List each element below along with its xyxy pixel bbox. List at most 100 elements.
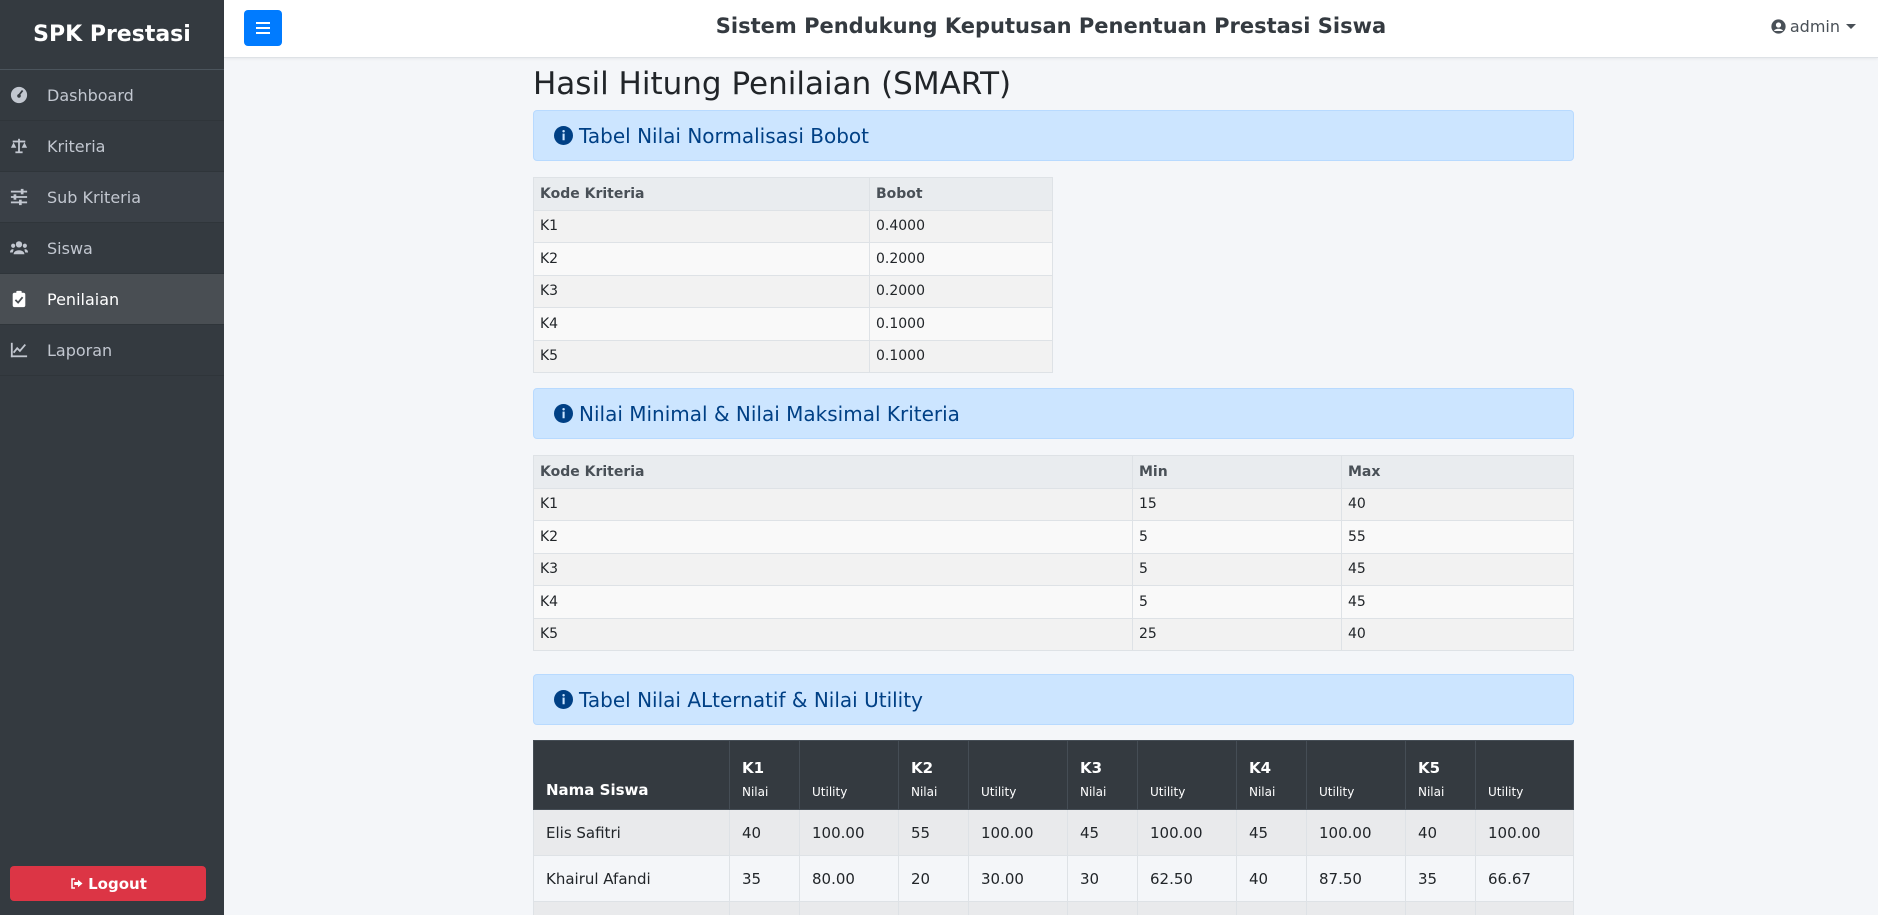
nilai-label: Nilai (742, 785, 769, 799)
table-cell: 5 (1132, 552, 1342, 586)
criteria-code: K2 (911, 759, 934, 777)
table-cell (1405, 901, 1476, 915)
table-cell: 40 (1341, 487, 1574, 521)
table-cell: 30.00 (968, 855, 1068, 902)
table-row: K3 5 45 (533, 552, 1574, 586)
column-header: K1 Nilai (729, 740, 800, 810)
criteria-code: K4 (1249, 759, 1272, 777)
table-cell (1067, 901, 1138, 915)
sidebar-item-kriteria[interactable]: Kriteria (0, 121, 224, 172)
table-cell: 87.50 (1306, 855, 1406, 902)
table-row: K2 0.2000 (533, 242, 1053, 276)
table-cell (968, 901, 1068, 915)
column-header: Utility (1475, 740, 1574, 810)
table-cell: 45 (1067, 809, 1138, 856)
column-header: Utility (1306, 740, 1406, 810)
column-header: Min (1132, 455, 1342, 489)
user-name: admin (1789, 17, 1840, 36)
table-cell (1236, 901, 1307, 915)
utility-label: Utility (812, 785, 848, 799)
utility-label: Utility (1488, 785, 1524, 799)
table-row: Elis Safitri 40 100.00 55 100.00 45 100.… (533, 809, 1574, 856)
sidebar-item-penilaian[interactable]: Penilaian (0, 274, 224, 325)
column-header: Utility (1137, 740, 1237, 810)
utility-table: Nama Siswa K1 Nilai Utility K2 Nilai Utili… (533, 740, 1574, 915)
column-header: Bobot (869, 177, 1053, 211)
table-cell: 5 (1132, 520, 1342, 554)
utility-label: Utility (1319, 785, 1355, 799)
table-cell: 45 (1341, 585, 1574, 619)
sliders-icon (10, 188, 28, 206)
table-cell: 0.2000 (869, 274, 1053, 308)
section-title: Tabel Nilai ALternatif & Nilai Utility (579, 687, 923, 712)
table-row: K2 5 55 (533, 520, 1574, 554)
sidebar-item-label: Laporan (47, 340, 113, 360)
table-cell: 100.00 (799, 809, 899, 856)
table-row: Khairul Afandi 35 80.00 20 30.00 30 62.5… (533, 855, 1574, 902)
nilai-label: Nilai (1249, 785, 1276, 799)
table-cell: 5 (1132, 585, 1342, 619)
chart-line-icon (10, 341, 28, 359)
table-cell: 55 (898, 809, 969, 856)
criteria-code: K1 (742, 759, 765, 777)
section-header-normalisasi: Tabel Nilai Normalisasi Bobot (533, 110, 1574, 161)
balance-scale-icon (10, 137, 28, 155)
column-header: K2 Nilai (898, 740, 969, 810)
app-title: Sistem Pendukung Keputusan Penentuan Pre… (715, 14, 1387, 38)
sidebar-item-label: Penilaian (47, 289, 120, 309)
min-max-table: Kode Kriteria Min Max K1 15 40 K2 5 55 K3 5 45… (533, 455, 1574, 651)
table-cell: 62.50 (1137, 855, 1237, 902)
table-cell: 25 (1132, 617, 1342, 651)
table-cell: K3 (533, 552, 1133, 586)
column-header: Nama Siswa (533, 740, 730, 810)
column-header: Utility (968, 740, 1068, 810)
section-header-min-max: Nilai Minimal & Nilai Maksimal Kriteria (533, 388, 1574, 439)
table-cell: 45 (1236, 809, 1307, 856)
user-dropdown[interactable]: admin (1771, 17, 1856, 36)
table-cell: 100.00 (1475, 809, 1574, 856)
nilai-label: Nilai (1418, 785, 1445, 799)
table-row: K1 15 40 (533, 487, 1574, 521)
column-header: K4 Nilai (1236, 740, 1307, 810)
sidebar-item-label: Sub Kriteria (47, 187, 141, 207)
column-header: K3 Nilai (1067, 740, 1138, 810)
chevron-down-icon (1846, 24, 1856, 29)
info-circle-icon (554, 690, 573, 709)
table-cell: K4 (533, 307, 870, 341)
table-cell: 40 (729, 809, 800, 856)
table-cell: 35 (1405, 855, 1476, 902)
table-cell: 30 (1067, 855, 1138, 902)
section-header-utility: Tabel Nilai ALternatif & Nilai Utility (533, 674, 1574, 725)
table-cell: 0.1000 (869, 307, 1053, 341)
clipboard-check-icon (10, 290, 28, 308)
bobot-table: Kode Kriteria Bobot K1 0.4000 K2 0.2000 K3… (533, 177, 1053, 373)
table-cell (729, 901, 800, 915)
sidebar-item-label: Dashboard (47, 85, 134, 105)
column-header: Utility (799, 740, 899, 810)
table-cell: K4 (533, 585, 1133, 619)
criteria-code: K3 (1080, 759, 1103, 777)
table-cell: K1 (533, 487, 1133, 521)
logout-button[interactable]: Logout (10, 866, 206, 901)
info-circle-icon (554, 404, 573, 423)
table-cell: 0.4000 (869, 209, 1053, 243)
table-cell (1475, 901, 1574, 915)
column-header: K5 Nilai (1405, 740, 1476, 810)
top-navbar: Sistem Pendukung Keputusan Penentuan Pre… (224, 0, 1878, 58)
table-cell: 35 (729, 855, 800, 902)
student-name: Elis Safitri (533, 809, 730, 856)
sidebar: SPK Prestasi Dashboard Kriteria Sub Krit… (0, 0, 224, 915)
section-title: Nilai Minimal & Nilai Maksimal Kriteria (579, 401, 960, 426)
sidebar-item-laporan[interactable]: Laporan (0, 325, 224, 376)
sidebar-item-siswa[interactable]: Siswa (0, 223, 224, 274)
table-cell: 15 (1132, 487, 1342, 521)
table-cell: K5 (533, 617, 1133, 651)
sidebar-item-sub-kriteria[interactable]: Sub Kriteria (0, 172, 224, 223)
sign-out-icon (71, 878, 83, 889)
info-circle-icon (554, 126, 573, 145)
brand-logo[interactable]: SPK Prestasi (0, 0, 224, 70)
table-cell: 40 (1236, 855, 1307, 902)
table-cell (1306, 901, 1406, 915)
sidebar-item-dashboard[interactable]: Dashboard (0, 70, 224, 121)
table-cell: 100.00 (1306, 809, 1406, 856)
